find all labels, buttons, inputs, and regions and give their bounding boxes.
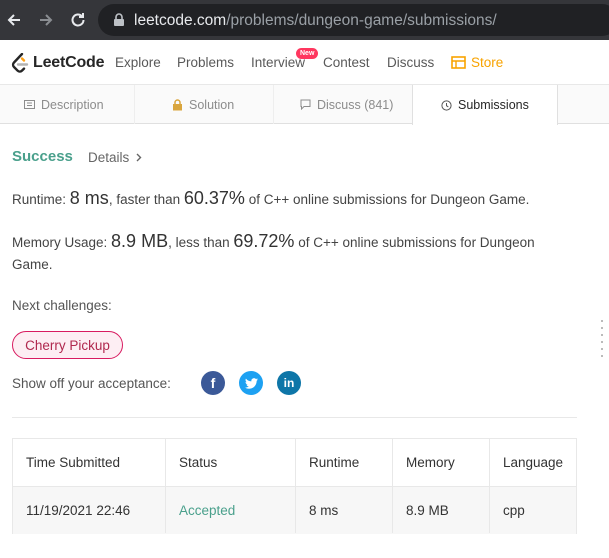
cell-language: cpp	[503, 503, 525, 518]
chevron-right-icon	[136, 153, 142, 162]
column-divider	[165, 439, 166, 533]
memory-label: Memory Usage:	[12, 235, 108, 250]
memory-summary-wrap: Game.	[12, 257, 53, 272]
cell-status-accepted[interactable]: Accepted	[179, 487, 235, 534]
cell-time-submitted: 11/19/2021 22:46	[26, 503, 131, 518]
runtime-mid-text: , faster than	[108, 192, 181, 207]
runtime-suffix: of C++ online submissions for Dungeon Ga…	[248, 192, 530, 207]
tab-discuss[interactable]: Discuss (841)	[300, 85, 393, 124]
back-button[interactable]	[2, 8, 26, 32]
memory-value: 8.9 MB	[111, 231, 169, 251]
next-challenges-label: Next challenges:	[12, 298, 112, 313]
clock-icon	[441, 99, 452, 111]
site-header: LeetCode Explore Problems Interview New …	[0, 40, 609, 85]
tab-solution-label: Solution	[189, 97, 235, 112]
challenge-chip-cherry-pickup[interactable]: Cherry Pickup	[12, 331, 123, 359]
cell-memory: 8.9 MB	[406, 503, 449, 518]
arrow-left-icon	[7, 14, 20, 26]
comment-icon	[300, 99, 311, 110]
details-link[interactable]: Details	[88, 150, 142, 165]
submission-status: Success	[12, 148, 73, 165]
address-bar[interactable]: leetcode.com/problems/dungeon-game/submi…	[98, 4, 609, 36]
column-divider	[295, 439, 296, 533]
column-divider	[489, 439, 490, 533]
runtime-percent: 60.37%	[183, 188, 245, 208]
tab-submissions[interactable]: Submissions	[412, 85, 558, 125]
url-text: leetcode.com/problems/dungeon-game/submi…	[134, 12, 497, 29]
nav-store[interactable]: Store	[451, 55, 503, 70]
nav-problems[interactable]: Problems	[177, 55, 234, 70]
column-divider	[392, 439, 393, 533]
lock-icon	[173, 98, 182, 110]
leetcode-logo[interactable]: LeetCode	[11, 51, 105, 75]
arrow-right-icon	[40, 14, 53, 26]
browser-toolbar: leetcode.com/problems/dungeon-game/submi…	[0, 0, 609, 40]
facebook-icon: f	[210, 375, 216, 391]
new-badge: New	[296, 48, 319, 59]
column-header-memory[interactable]: Memory	[406, 439, 455, 486]
linkedin-icon: in	[283, 376, 295, 390]
nav-explore[interactable]: Explore	[115, 55, 161, 70]
section-divider	[12, 417, 577, 418]
column-header-runtime[interactable]: Runtime	[309, 439, 359, 486]
tab-description-label: Description	[41, 97, 104, 112]
memory-summary: Memory Usage: 8.9 MB, less than 69.72% o…	[12, 231, 535, 252]
nav-discuss[interactable]: Discuss	[387, 55, 434, 70]
problem-tabs: Description Solution Discuss (841) Submi…	[0, 85, 609, 125]
cell-runtime: 8 ms	[309, 503, 339, 518]
runtime-summary: Runtime: 8 ms, faster than 60.37% of C++…	[12, 188, 529, 209]
lock-icon	[114, 13, 124, 26]
runtime-value: 8 ms	[69, 188, 109, 208]
tab-description[interactable]: Description	[24, 85, 104, 124]
runtime-label: Runtime:	[12, 192, 67, 207]
linkedin-share-button[interactable]: in	[277, 371, 301, 395]
document-icon	[24, 100, 35, 109]
submissions-table: Time Submitted Status Runtime Memory Lan…	[12, 438, 577, 534]
column-header-time[interactable]: Time Submitted	[26, 439, 120, 486]
column-header-language[interactable]: Language	[503, 439, 563, 486]
tab-submissions-label: Submissions	[458, 98, 529, 112]
memory-mid-text: , less than	[168, 235, 230, 250]
facebook-share-button[interactable]: f	[201, 371, 225, 395]
forward-button[interactable]	[34, 8, 58, 32]
memory-percent: 69.72%	[233, 231, 295, 251]
store-icon	[451, 56, 466, 69]
twitter-share-button[interactable]	[239, 371, 263, 395]
tab-discuss-label: Discuss (841)	[317, 97, 394, 112]
resize-handle[interactable]	[601, 320, 603, 362]
column-header-status[interactable]: Status	[179, 439, 217, 486]
reload-icon	[71, 13, 85, 27]
tab-divider	[134, 85, 135, 124]
nav-contest[interactable]: Contest	[323, 55, 370, 70]
share-label: Show off your acceptance:	[12, 376, 171, 391]
tab-divider	[273, 85, 274, 124]
details-label: Details	[88, 150, 130, 165]
logo-text: LeetCode	[33, 54, 105, 71]
memory-suffix: of C++ online submissions for Dungeon	[298, 235, 535, 250]
tab-solution[interactable]: Solution	[172, 85, 234, 124]
twitter-icon	[244, 377, 258, 389]
reload-button[interactable]	[66, 8, 90, 32]
leetcode-logo-icon	[11, 53, 29, 73]
nav-store-label: Store	[471, 55, 504, 70]
